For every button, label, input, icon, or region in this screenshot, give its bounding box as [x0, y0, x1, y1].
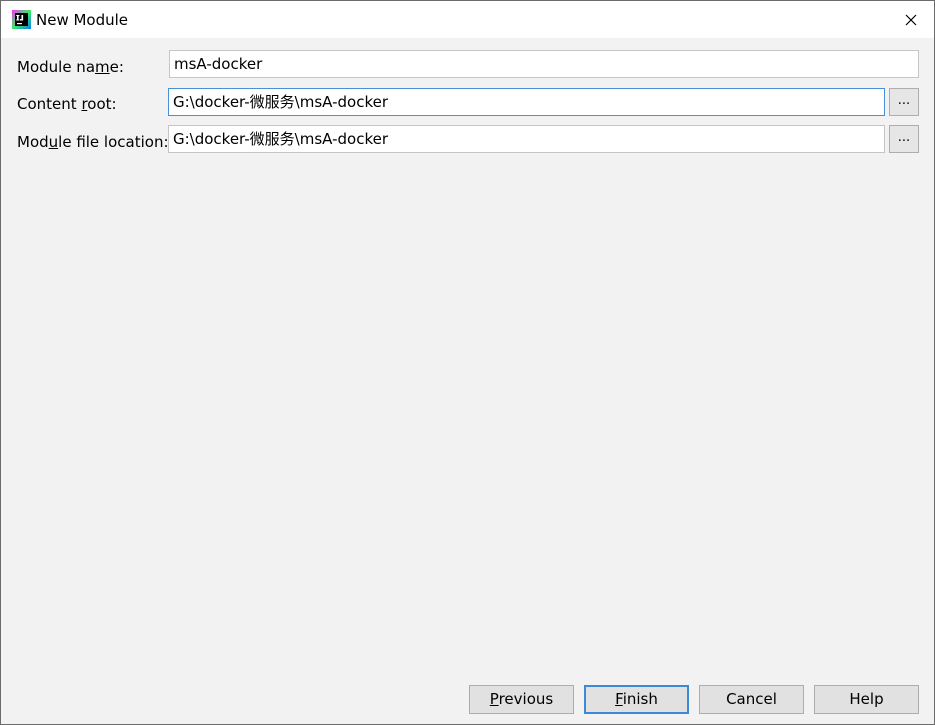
content-root-label: Content root:	[17, 95, 117, 113]
module-file-location-label: Module file location:	[17, 133, 169, 151]
new-module-dialog: New Module Module name: msA-docker Conte…	[0, 0, 935, 725]
close-button[interactable]	[888, 1, 934, 38]
window-title: New Module	[36, 11, 129, 29]
title-bar: New Module	[1, 1, 934, 38]
intellij-idea-icon	[12, 10, 31, 29]
content-root-browse-button[interactable]: ...	[889, 88, 919, 116]
content-root-field[interactable]: G:\docker-微服务\msA-docker	[168, 88, 885, 116]
module-file-location-field[interactable]: G:\docker-微服务\msA-docker	[168, 125, 885, 153]
module-name-field[interactable]: msA-docker	[169, 50, 919, 78]
module-file-location-browse-button[interactable]: ...	[889, 125, 919, 153]
module-name-label: Module name:	[17, 58, 124, 76]
finish-button[interactable]: Finish	[584, 685, 689, 714]
help-button[interactable]: Help	[814, 685, 919, 714]
previous-button[interactable]: Previous	[469, 685, 574, 714]
cancel-button[interactable]: Cancel	[699, 685, 804, 714]
close-icon	[905, 14, 917, 25]
